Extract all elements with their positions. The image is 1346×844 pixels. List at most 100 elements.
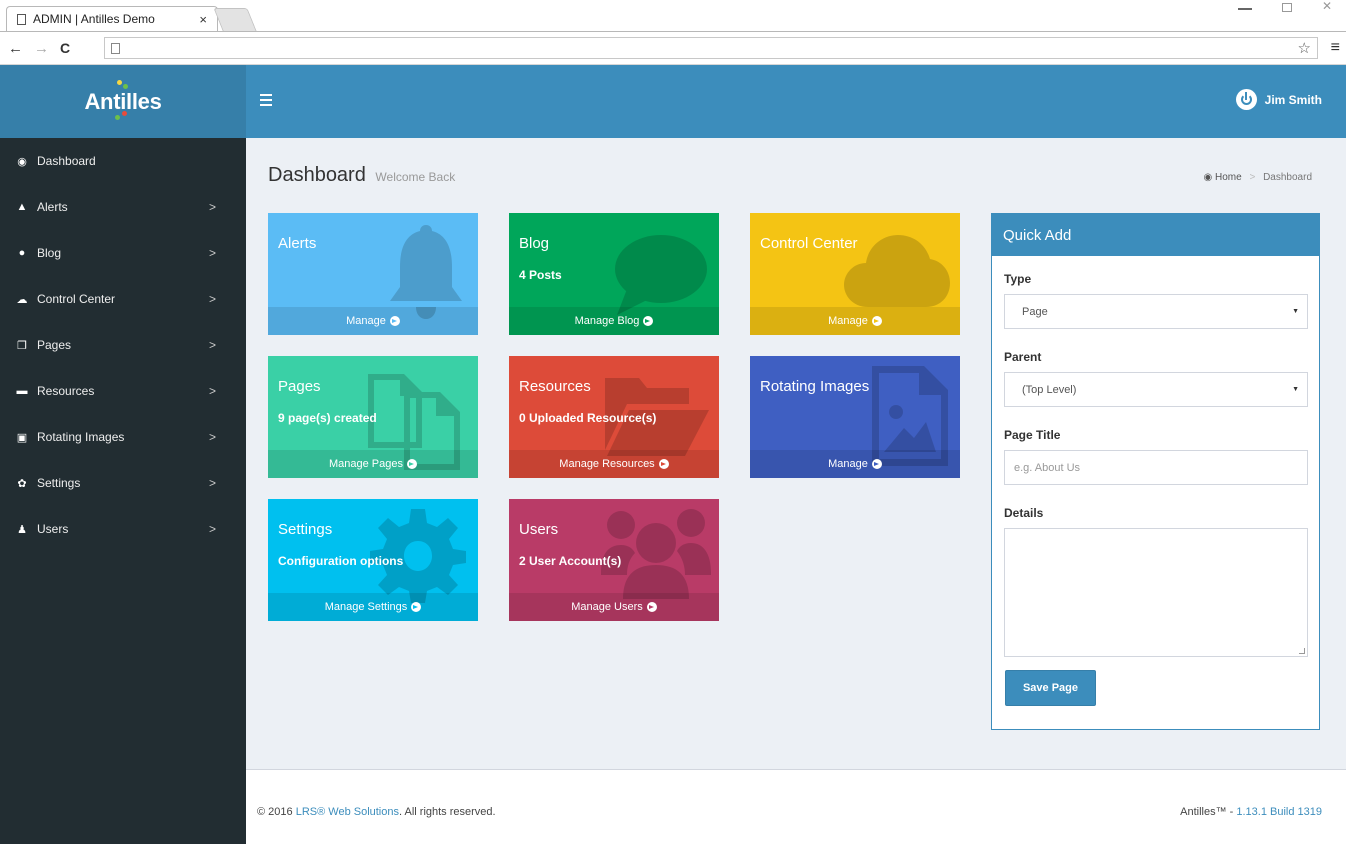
sidebar: ◉ Dashboard ▲ Alerts > ● Blog > ☁ Contro…: [0, 138, 246, 844]
manage-blog-link[interactable]: Manage Blog: [509, 307, 719, 335]
logo-dot: [117, 79, 123, 85]
page-subtitle: Welcome Back: [375, 170, 456, 184]
page-icon: [111, 42, 120, 54]
address-bar[interactable]: ☆: [104, 37, 1318, 59]
manage-pages-link[interactable]: Manage Pages: [268, 450, 478, 478]
cloud-icon: [844, 235, 950, 307]
manage-alerts-link[interactable]: Manage: [268, 307, 478, 335]
version-text: Antilles™ - 1.13.1 Build 1319: [1180, 806, 1322, 818]
type-select[interactable]: Page ▼: [1004, 294, 1308, 329]
tile-control-center: Control Center Manage: [750, 213, 960, 335]
sidebar-item-label: Users: [37, 522, 69, 536]
sidebar-item-users[interactable]: ♟ Users >: [0, 506, 246, 552]
arrow-circle-right-icon: [871, 316, 882, 326]
parent-select[interactable]: (Top Level) ▼: [1004, 372, 1308, 407]
copyright-suffix: . All rights reserved.: [399, 806, 496, 818]
parent-label: Parent: [1004, 350, 1042, 364]
tile-resources: Resources 0 Uploaded Resource(s) Manage …: [509, 356, 719, 478]
forward-icon[interactable]: →: [34, 41, 49, 56]
sidebar-item-alerts[interactable]: ▲ Alerts >: [0, 184, 246, 230]
tile-title: Pages: [278, 378, 321, 395]
manage-settings-link[interactable]: Manage Settings: [268, 593, 478, 621]
tile-footer-label: Manage Settings: [324, 601, 408, 613]
sidebar-item-settings[interactable]: ✿ Settings >: [0, 460, 246, 506]
tile-title: Rotating Images: [760, 378, 870, 395]
sidebar-item-label: Dashboard: [37, 154, 96, 168]
arrow-circle-right-icon: [407, 459, 417, 469]
chevron-right-icon: >: [208, 430, 216, 444]
logo-text: Antilles: [84, 88, 162, 114]
manage-control-center-link[interactable]: Manage: [750, 307, 960, 335]
window-close-icon[interactable]: ✕: [1322, 0, 1332, 13]
user-menu[interactable]: Jim Smith: [1235, 89, 1322, 110]
dashboard-icon: ◉: [17, 155, 27, 168]
close-tab-icon[interactable]: ×: [199, 12, 207, 27]
save-page-button[interactable]: Save Page: [1005, 670, 1096, 706]
manage-users-link[interactable]: Manage Users: [509, 593, 719, 621]
tile-settings: Settings Configuration options Manage Se…: [268, 499, 478, 621]
breadcrumb-separator: >: [1249, 172, 1256, 183]
tab-title: ADMIN | Antilles Demo: [33, 12, 155, 26]
brand-logo[interactable]: Antilles: [0, 65, 246, 138]
new-tab-button[interactable]: [213, 8, 257, 31]
tile-footer-label: Manage Resources: [559, 458, 655, 470]
bookmark-star-icon[interactable]: ☆: [1298, 39, 1311, 57]
tile-count: 4 Posts: [519, 268, 562, 282]
page-title-text: Dashboard: [268, 164, 366, 186]
tile-blog: Blog 4 Posts Manage Blog: [509, 213, 719, 335]
sidebar-item-label: Pages: [37, 338, 72, 352]
tile-title: Settings: [278, 521, 333, 538]
sidebar-item-label: Control Center: [37, 292, 116, 306]
sidebar-item-control-center[interactable]: ☁ Control Center >: [0, 276, 246, 322]
page-title-placeholder: e.g. About Us: [1014, 461, 1081, 474]
picture-icon: ▣: [16, 431, 28, 444]
page-footer: © 2016 LRS® Web Solutions. All rights re…: [246, 769, 1346, 844]
browser-tab[interactable]: ADMIN | Antilles Demo ×: [6, 6, 218, 31]
chevron-right-icon: >: [208, 338, 216, 352]
breadcrumb-home-label: Home: [1214, 172, 1242, 183]
copyright-text: © 2016 LRS® Web Solutions. All rights re…: [257, 806, 496, 818]
reload-icon[interactable]: C: [60, 41, 70, 55]
details-label: Details: [1004, 506, 1044, 520]
users-icon: ♟: [17, 523, 27, 536]
maximize-icon[interactable]: [1281, 3, 1292, 12]
arrow-circle-right-icon: [658, 459, 669, 469]
sidebar-item-rotating-images[interactable]: ▣ Rotating Images >: [0, 414, 246, 460]
tile-footer-label: Manage Users: [571, 601, 643, 613]
company-link[interactable]: LRS® Web Solutions: [296, 806, 399, 818]
logo: Antilles: [84, 79, 162, 120]
parent-select-value: (Top Level): [1022, 383, 1077, 396]
type-label: Type: [1004, 272, 1032, 286]
sidebar-item-pages[interactable]: ❐ Pages >: [0, 322, 246, 368]
sidebar-item-label: Alerts: [37, 200, 68, 214]
sidebar-item-resources[interactable]: ▬ Resources >: [0, 368, 246, 414]
tile-pages: Pages 9 page(s) created Manage Pages: [268, 356, 478, 478]
sidebar-toggle-icon[interactable]: [260, 94, 272, 106]
dashboard-icon: ◉: [1203, 172, 1215, 183]
page-title-input[interactable]: e.g. About Us: [1004, 450, 1308, 485]
caret-down-icon: ▼: [1292, 308, 1299, 315]
details-textarea[interactable]: [1004, 528, 1308, 657]
version-link[interactable]: 1.13.1 Build 1319: [1236, 806, 1322, 818]
minimize-icon[interactable]: [1237, 8, 1252, 10]
comment-icon: ●: [18, 247, 26, 259]
chevron-right-icon: >: [208, 246, 216, 260]
tile-footer-label: Manage: [828, 315, 868, 327]
sidebar-item-blog[interactable]: ● Blog >: [0, 230, 246, 276]
sidebar-item-dashboard[interactable]: ◉ Dashboard: [0, 138, 246, 184]
page-title-label: Page Title: [1004, 428, 1061, 442]
tile-count: 2 User Account(s): [519, 554, 622, 568]
back-icon[interactable]: ←: [8, 41, 23, 56]
window-controls: ✕: [1237, 0, 1332, 13]
arrow-circle-right-icon: [389, 316, 400, 326]
arrow-circle-right-icon: [871, 459, 882, 469]
user-name: Jim Smith: [1264, 92, 1322, 107]
files-icon: ❐: [17, 339, 27, 352]
manage-rotating-images-link[interactable]: Manage: [750, 450, 960, 478]
resize-grip-icon[interactable]: [1299, 648, 1305, 654]
browser-tabstrip: ADMIN | Antilles Demo × ✕: [0, 0, 1346, 31]
admin-app: Antilles Jim Smith ◉ Dashboard ▲ Alerts …: [0, 65, 1346, 844]
browser-menu-icon[interactable]: ≡: [1331, 39, 1340, 57]
manage-resources-link[interactable]: Manage Resources: [509, 450, 719, 478]
breadcrumb-home[interactable]: ◉ Home: [1203, 172, 1241, 183]
